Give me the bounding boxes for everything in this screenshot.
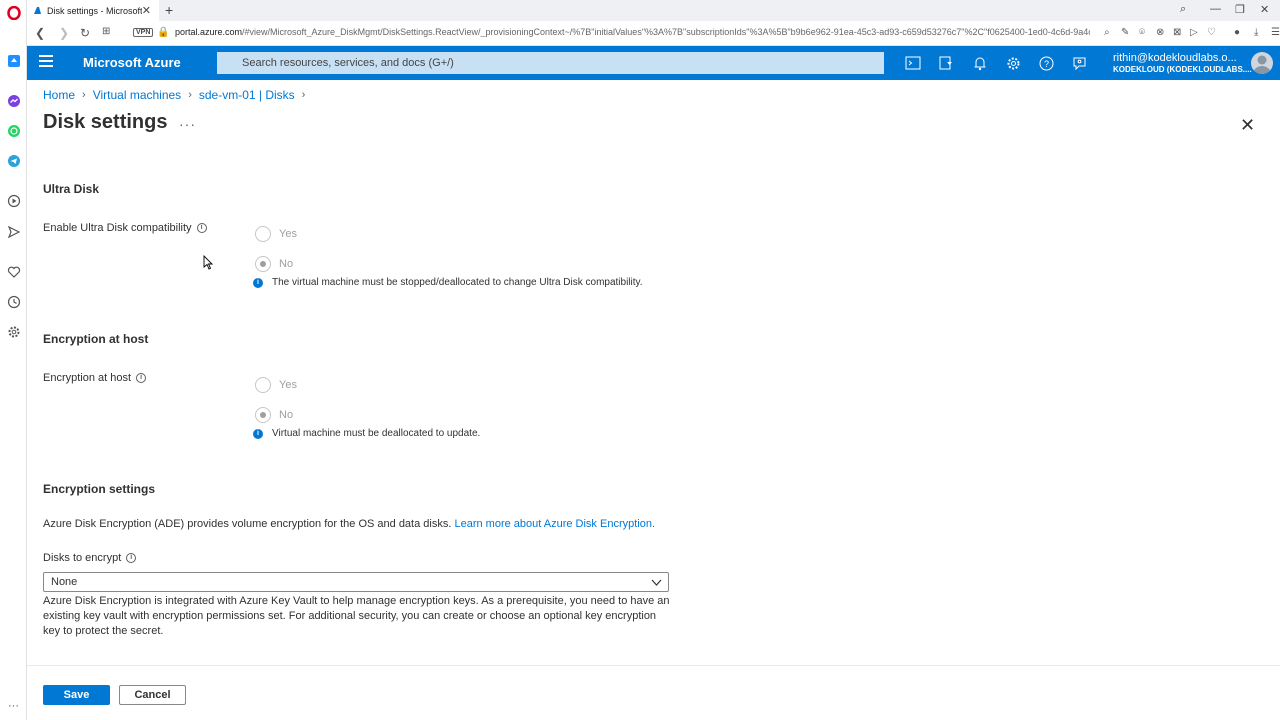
info-icon[interactable]: i [196,223,207,233]
profile-icon[interactable]: ● [1234,27,1240,38]
breadcrumb-chevron-icon: › [188,89,192,101]
vpn-badge[interactable]: VPN [133,28,154,37]
notifications-bell-icon[interactable] [971,54,989,72]
settings-gear-icon[interactable] [6,324,21,339]
mouse-cursor-icon [203,255,213,270]
breadcrumb-chevron-icon: › [301,89,306,101]
tab-bar: Disk settings - Microsoft Azure ✕ + ⌕ — … [27,0,1280,21]
speed-dial-icon[interactable]: ⊞ [102,26,110,37]
heart-icon[interactable] [6,264,21,279]
breadcrumb-virtual-machines[interactable]: Virtual machines [93,88,182,102]
download-icon[interactable]: ⤓ [1254,27,1258,38]
directory-filter-icon[interactable] [937,54,955,72]
forward-icon[interactable]: ❯ [59,26,69,40]
azure-top-bar: Microsoft Azure ? rithin@kodekloudlabs.o… [27,46,1280,80]
browser-sidebar: ··· [0,0,27,720]
breadcrumb: Home › Virtual machines › sde-vm-01 | Di… [43,88,312,102]
content-blade: Home › Virtual machines › sde-vm-01 | Di… [27,80,1280,720]
info-icon[interactable]: i [126,553,137,563]
flow-icon[interactable]: ▷ [1190,27,1198,38]
player-icon[interactable] [6,193,21,208]
block-icon[interactable]: ⊗ [1156,27,1164,38]
azure-favicon-icon [34,7,41,14]
send-icon[interactable] [6,224,21,239]
ultra-disk-label: Enable Ultra Disk compatibility i [43,222,207,234]
lock-icon[interactable]: 🔒 [157,27,169,38]
menu-icon[interactable]: ☰ [1271,27,1280,38]
close-icon[interactable]: ✕ [1240,115,1255,136]
radio-button-checked[interactable] [255,407,271,423]
ultra-disk-yes-option[interactable]: Yes [255,226,297,242]
encryption-settings-heading: Encryption settings [43,482,156,496]
history-icon[interactable] [6,294,21,309]
reload-icon[interactable]: ↻ [80,26,90,40]
back-icon[interactable]: ❮ [35,26,45,40]
radio-button[interactable] [255,377,271,393]
ultra-disk-info-message: i The virtual machine must be stopped/de… [253,277,643,288]
camera-icon[interactable]: ⌾ [1139,27,1145,38]
ade-description: Azure Disk Encryption (ADE) provides vol… [43,518,656,530]
browser-tab[interactable]: Disk settings - Microsoft Azure ✕ [27,0,159,21]
window-close-icon[interactable]: ✕ [1260,3,1269,16]
disks-to-encrypt-dropdown[interactable]: None [43,572,669,592]
account-email: rithin@kodekloudlabs.o... [1113,52,1237,64]
new-tab-icon[interactable]: + [165,2,173,18]
disks-to-encrypt-value: None [51,576,78,588]
encryption-host-heading: Encryption at host [43,332,149,346]
avatar[interactable] [1251,52,1273,74]
minimize-icon[interactable]: — [1210,3,1221,15]
encryption-host-no-option[interactable]: No [255,407,293,423]
account-directory: KODEKLOUD (KODEKLOUDLABS.... [1113,65,1252,74]
extension-icon[interactable]: ⊠ [1173,27,1181,38]
learn-more-ade-link[interactable]: Learn more about Azure Disk Encryption. [454,518,655,530]
radio-button-checked[interactable] [255,256,271,272]
info-filled-icon: i [253,428,263,439]
help-icon[interactable]: ? [1037,54,1055,72]
global-search-input[interactable] [217,52,884,74]
ultra-disk-no-option[interactable]: No [255,256,293,272]
zoom-icon[interactable]: ⌕ [1104,27,1110,38]
breadcrumb-vm-disks[interactable]: sde-vm-01 | Disks [199,88,295,102]
save-button[interactable]: Save [43,685,110,705]
restore-icon[interactable]: ❐ [1235,3,1245,16]
telegram-icon[interactable] [6,153,21,168]
whatsapp-icon[interactable] [6,123,21,138]
svg-text:?: ? [1043,59,1048,69]
more-icon[interactable]: ··· [6,698,21,713]
info-filled-icon: i [253,277,263,288]
disks-to-encrypt-label: Disks to encrypt i [43,552,137,564]
opera-logo-icon[interactable] [6,5,21,20]
home-icon[interactable] [6,53,21,68]
account-menu[interactable]: rithin@kodekloudlabs.o... KODEKLOUD (KOD… [1113,52,1252,74]
brand-title[interactable]: Microsoft Azure [83,55,181,70]
encryption-host-info-message: i Virtual machine must be deallocated to… [253,428,480,439]
breadcrumb-chevron-icon: › [82,89,86,101]
browser-search-icon[interactable]: ⌕ [1180,3,1186,16]
settings-icon[interactable] [1004,54,1022,72]
encryption-host-label: Encryption at host i [43,372,147,384]
info-icon[interactable]: i [136,373,147,383]
edit-icon[interactable]: ✎ [1121,27,1129,38]
tab-title: Disk settings - Microsoft Azure [47,5,142,16]
ade-note: Azure Disk Encryption is integrated with… [43,595,670,637]
encryption-host-yes-option[interactable]: Yes [255,377,297,393]
radio-button[interactable] [255,226,271,242]
tab-close-icon[interactable]: ✕ [142,4,151,17]
footer-bar: Save Cancel [27,665,1280,720]
cancel-button[interactable]: Cancel [119,685,186,705]
cloud-shell-icon[interactable] [904,54,922,72]
chevron-down-icon [651,579,662,586]
more-options-icon[interactable]: ··· [179,116,196,132]
address-bar: ❮ ❯ ↻ ⊞ VPN 🔒 portal.azure.com/#view/Mic… [27,21,1280,46]
messenger-icon[interactable] [6,93,21,108]
feedback-icon[interactable] [1070,54,1088,72]
ultra-disk-heading: Ultra Disk [43,182,100,196]
url-field[interactable]: portal.azure.com/#view/Microsoft_Azure_D… [175,27,1090,37]
bookmark-heart-icon[interactable]: ♡ [1207,27,1216,38]
page-title: Disk settings [43,111,168,133]
breadcrumb-home[interactable]: Home [43,88,75,102]
portal-menu-icon[interactable] [39,55,53,69]
